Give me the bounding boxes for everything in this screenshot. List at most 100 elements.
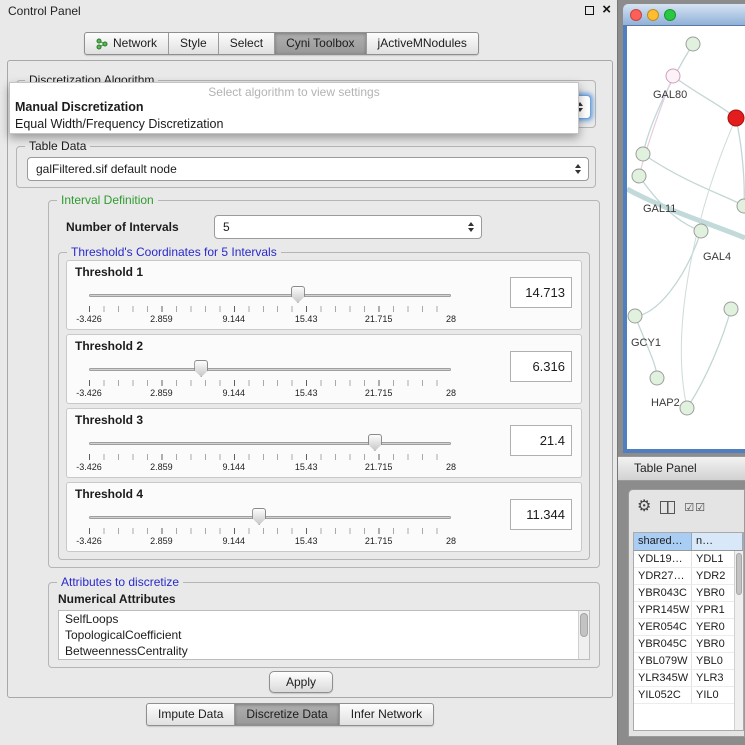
- scrollbar-thumb[interactable]: [580, 613, 588, 637]
- slider-thumb[interactable]: [291, 286, 305, 303]
- table-scrollbar[interactable]: [734, 551, 743, 730]
- columns-icon[interactable]: [660, 501, 675, 514]
- threshold-panel: Threshold 1 -3.4262.8599.14415.4321.7152…: [66, 260, 582, 330]
- gear-icon[interactable]: ⚙: [637, 499, 651, 515]
- combo-value: 5: [223, 216, 457, 238]
- tab-impute-data[interactable]: Impute Data: [147, 704, 235, 725]
- node[interactable]: [737, 199, 745, 213]
- tick-label: 9.144: [223, 388, 246, 398]
- node[interactable]: [632, 169, 646, 183]
- numerical-attributes-list: SelfLoops TopologicalCoefficient Between…: [58, 610, 590, 660]
- tick-label: 15.43: [295, 536, 318, 546]
- list-scrollbar[interactable]: [578, 611, 589, 659]
- threshold-value-field[interactable]: 6.316: [510, 351, 572, 382]
- table-row[interactable]: YDR27…YDR2: [634, 568, 743, 585]
- group-title: Table Data: [25, 139, 90, 153]
- table-row[interactable]: YLR345WYLR3: [634, 670, 743, 687]
- node[interactable]: [628, 309, 642, 323]
- tab-network[interactable]: Network: [85, 33, 169, 54]
- list-item[interactable]: TopologicalCoefficient: [59, 627, 589, 643]
- slider-track[interactable]: [89, 294, 451, 297]
- threshold-slider[interactable]: -3.4262.8599.14415.4321.71528: [89, 359, 451, 401]
- slider-track[interactable]: [89, 442, 451, 445]
- table-toolbar: ⚙ ☑☑: [629, 494, 744, 520]
- tick-label: 28: [446, 462, 456, 472]
- network-canvas[interactable]: GAL80 GAL11 GAL4 GCY1 HAP2: [627, 26, 745, 449]
- number-of-intervals-label: Number of Intervals: [66, 220, 179, 234]
- column-header-shared-name[interactable]: shared…: [634, 533, 692, 550]
- tab-label: jActiveMNodules: [378, 33, 467, 54]
- tick-label: 2.859: [150, 462, 173, 472]
- network-window-titlebar[interactable]: [623, 4, 745, 26]
- table-body: YDL19…YDL1YDR27…YDR2YBR043CYBR0YPR145WYP…: [634, 551, 743, 704]
- mac-minimize-icon[interactable]: [647, 9, 659, 21]
- node[interactable]: [686, 37, 700, 51]
- tab-infer-network[interactable]: Infer Network: [340, 704, 433, 725]
- table-row[interactable]: YBR045CYBR0: [634, 636, 743, 653]
- scrollbar-thumb[interactable]: [736, 553, 742, 595]
- dropdown-option-manual[interactable]: Manual Discretization: [15, 99, 573, 115]
- table-row[interactable]: YDL19…YDL1: [634, 551, 743, 568]
- node[interactable]: [680, 401, 694, 415]
- tab-cyni-toolbox[interactable]: Cyni Toolbox: [275, 33, 366, 54]
- close-icon[interactable]: ×: [602, 4, 611, 16]
- node[interactable]: [724, 302, 738, 316]
- control-panel: Control Panel × Network Style Select Cyn…: [0, 0, 618, 745]
- mac-zoom-icon[interactable]: [664, 9, 676, 21]
- apply-button[interactable]: Apply: [269, 671, 333, 693]
- threshold-value-field[interactable]: 21.4: [510, 425, 572, 456]
- table-cell: YBR045C: [634, 636, 692, 652]
- tab-select[interactable]: Select: [219, 33, 275, 54]
- top-tab-bar: Network Style Select Cyni Toolbox jActiv…: [84, 32, 479, 55]
- threshold-value-field[interactable]: 14.713: [510, 277, 572, 308]
- node[interactable]: [636, 147, 650, 161]
- table-row[interactable]: YBL079WYBL0: [634, 653, 743, 670]
- threshold-value-field[interactable]: 11.344: [510, 499, 572, 530]
- dropdown-option-equal-width[interactable]: Equal Width/Frequency Discretization: [15, 116, 573, 132]
- control-panel-titlebar: Control Panel ×: [0, 0, 617, 24]
- slider-ticks: [89, 454, 451, 460]
- slider-track[interactable]: [89, 368, 451, 371]
- tick-label: 15.43: [295, 462, 318, 472]
- node[interactable]: [694, 224, 708, 238]
- column-header-name[interactable]: n…: [692, 533, 743, 550]
- node-selected[interactable]: [728, 110, 744, 126]
- table-data-combo[interactable]: galFiltered.sif default node: [27, 157, 589, 181]
- select-all-checkboxes-icon[interactable]: ☑☑: [684, 501, 706, 514]
- float-window-icon[interactable]: [585, 6, 594, 15]
- node[interactable]: [650, 371, 664, 385]
- table-row[interactable]: YER054CYER0: [634, 619, 743, 636]
- table-cell: YBL079W: [634, 653, 692, 669]
- slider-track[interactable]: [89, 516, 451, 519]
- network-tab-icon: [96, 38, 108, 50]
- threshold-slider[interactable]: -3.4262.8599.14415.4321.71528: [89, 285, 451, 327]
- tab-jactivemodules[interactable]: jActiveMNodules: [367, 33, 478, 54]
- list-item[interactable]: SelfLoops: [59, 611, 589, 627]
- list-item[interactable]: BetweennessCentrality: [59, 643, 589, 659]
- tab-style[interactable]: Style: [169, 33, 219, 54]
- slider-thumb[interactable]: [194, 360, 208, 377]
- table-row[interactable]: YIL052CYIL0: [634, 687, 743, 704]
- threshold-panel: Threshold 3 -3.4262.8599.14415.4321.7152…: [66, 408, 582, 478]
- node-table: shared… n… YDL19…YDL1YDR27…YDR2YBR043CYB…: [633, 532, 744, 731]
- tick-label: 2.859: [150, 536, 173, 546]
- tab-discretize-data[interactable]: Discretize Data: [235, 704, 339, 725]
- threshold-label: Threshold 2: [75, 339, 143, 353]
- table-row[interactable]: YPR145WYPR1: [634, 602, 743, 619]
- slider-tick-labels: -3.4262.8599.14415.4321.71528: [89, 314, 451, 325]
- threshold-slider[interactable]: -3.4262.8599.14415.4321.71528: [89, 507, 451, 549]
- number-of-intervals-combo[interactable]: 5: [214, 215, 482, 239]
- table-cell: YLR345W: [634, 670, 692, 686]
- tick-label: 2.859: [150, 388, 173, 398]
- tick-label: 9.144: [223, 536, 246, 546]
- combo-value: galFiltered.sif default node: [36, 158, 564, 180]
- table-row[interactable]: YBR043CYBR0: [634, 585, 743, 602]
- mac-close-icon[interactable]: [630, 9, 642, 21]
- threshold-slider[interactable]: -3.4262.8599.14415.4321.71528: [89, 433, 451, 475]
- slider-thumb[interactable]: [368, 434, 382, 451]
- slider-thumb[interactable]: [252, 508, 266, 525]
- node[interactable]: [666, 69, 680, 83]
- tick-label: 21.715: [365, 536, 393, 546]
- tick-label: -3.426: [76, 462, 102, 472]
- tick-label: 28: [446, 388, 456, 398]
